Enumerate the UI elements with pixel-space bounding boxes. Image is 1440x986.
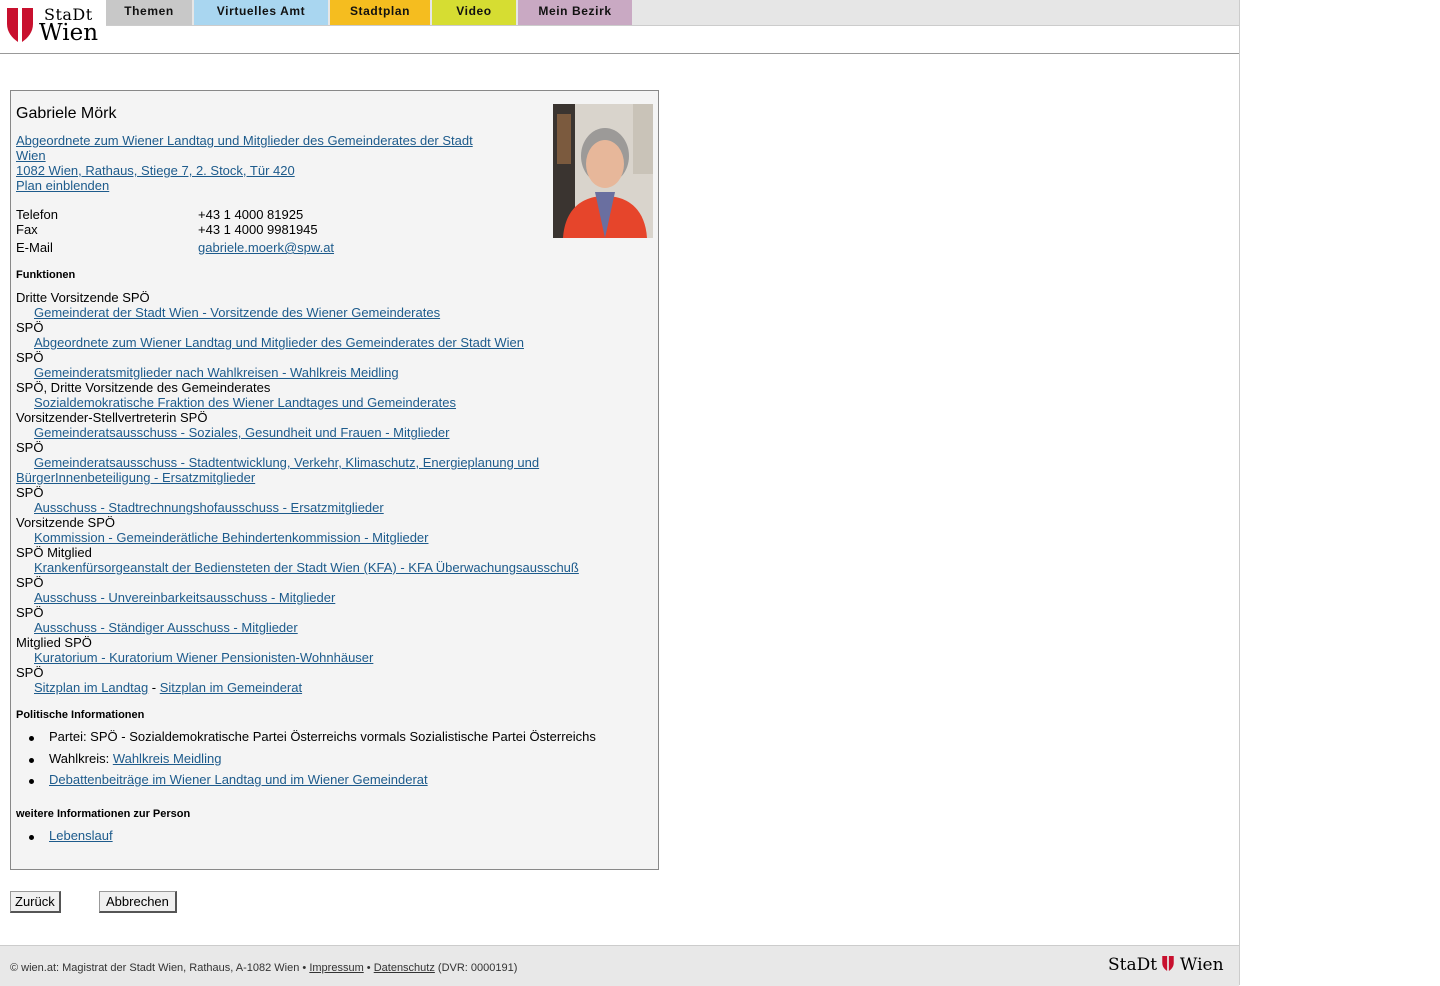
page: StaDt Wien Themen Virtuelles Amt Stadtpl… bbox=[0, 0, 1240, 986]
wahlkreis-info: Wahlkreis: Wahlkreis Meidling bbox=[49, 751, 221, 766]
footer-separator: • bbox=[363, 962, 374, 974]
sitzplan-links: Sitzplan im Landtag - Sitzplan im Gemein… bbox=[34, 680, 302, 695]
person-detail-box: Gabriele Mörk Abgeordnete zum Wiener Lan… bbox=[10, 90, 659, 870]
main-navigation: Themen Virtuelles Amt Stadtplan Video Me… bbox=[106, 0, 1239, 26]
tab-stadtplan[interactable]: Stadtplan bbox=[330, 0, 430, 25]
function-text: SPÖ bbox=[16, 320, 44, 335]
function-link[interactable]: Ausschuss - Stadtrechnungshofausschuss -… bbox=[34, 500, 384, 515]
function-text: Dritte Vorsitzende SPÖ bbox=[16, 290, 150, 305]
header: StaDt Wien Themen Virtuelles Amt Stadtpl… bbox=[0, 0, 1239, 54]
function-text: SPÖ, Dritte Vorsitzende des Gemeinderate… bbox=[16, 380, 271, 395]
sitzplan-separator: - bbox=[148, 680, 160, 695]
fax-label: Fax bbox=[16, 222, 38, 237]
function-text: SPÖ Mitglied bbox=[16, 545, 92, 560]
datenschutz-link[interactable]: Datenschutz bbox=[374, 962, 435, 974]
function-text: Vorsitzender-Stellvertreterin SPÖ bbox=[16, 410, 208, 425]
function-link[interactable]: Gemeinderatsausschuss - Soziales, Gesund… bbox=[34, 425, 450, 440]
address-link[interactable]: 1082 Wien, Rathaus, Stiege 7, 2. Stock, … bbox=[16, 163, 295, 178]
footer: © wien.at: Magistrat der Stadt Wien, Rat… bbox=[0, 945, 1239, 986]
person-photo bbox=[553, 104, 653, 238]
wahlkreis-link[interactable]: Wahlkreis Meidling bbox=[113, 751, 222, 766]
tab-video[interactable]: Video bbox=[432, 0, 516, 25]
debate-link[interactable]: Debattenbeiträge im Wiener Landtag und i… bbox=[49, 772, 428, 787]
function-text: SPÖ bbox=[16, 605, 44, 620]
function-link[interactable]: Ausschuss - Ständiger Ausschuss - Mitgli… bbox=[34, 620, 298, 635]
function-link-continued[interactable]: BürgerInnenbeteiligung - Ersatzmitgliede… bbox=[16, 470, 255, 485]
phone-label: Telefon bbox=[16, 207, 58, 222]
function-text: SPÖ bbox=[16, 440, 44, 455]
function-text: SPÖ bbox=[16, 485, 44, 500]
function-text: Vorsitzende SPÖ bbox=[16, 515, 115, 530]
tab-virtuelles-amt[interactable]: Virtuelles Amt bbox=[194, 0, 328, 25]
footer-stadt-wien-logo[interactable]: StaDt Wien bbox=[1108, 955, 1224, 975]
function-link[interactable]: Kuratorium - Kuratorium Wiener Pensionis… bbox=[34, 650, 373, 665]
political-heading: Politische Informationen bbox=[16, 709, 145, 721]
footer-logo-stadt: StaDt bbox=[1108, 955, 1158, 975]
role-link-continued[interactable]: Wien bbox=[16, 148, 46, 163]
function-link[interactable]: Sozialdemokratische Fraktion des Wiener … bbox=[34, 395, 456, 410]
bullet-icon bbox=[29, 779, 34, 784]
wahlkreis-label: Wahlkreis: bbox=[49, 751, 113, 766]
footer-text: © wien.at: Magistrat der Stadt Wien, Rat… bbox=[10, 962, 517, 974]
bullet-icon bbox=[29, 736, 34, 741]
sitzplan-landtag-link[interactable]: Sitzplan im Landtag bbox=[34, 680, 148, 695]
function-text: Mitglied SPÖ bbox=[16, 635, 92, 650]
stadt-wien-logo[interactable]: StaDt Wien bbox=[7, 5, 99, 46]
function-link[interactable]: Gemeinderatsausschuss - Stadtentwicklung… bbox=[34, 455, 539, 470]
bullet-icon bbox=[29, 758, 34, 763]
sitzplan-gemeinderat-link[interactable]: Sitzplan im Gemeinderat bbox=[160, 680, 302, 695]
logo-text-wien: Wien bbox=[39, 20, 99, 46]
function-link[interactable]: Abgeordnete zum Wiener Landtag und Mitgl… bbox=[34, 335, 524, 350]
footer-copyright: © wien.at: Magistrat der Stadt Wien, Rat… bbox=[10, 962, 310, 974]
plan-link[interactable]: Plan einblenden bbox=[16, 178, 109, 193]
impressum-link[interactable]: Impressum bbox=[309, 962, 363, 974]
tab-mein-bezirk[interactable]: Mein Bezirk bbox=[518, 0, 632, 25]
function-link[interactable]: Ausschuss - Unvereinbarkeitsausschuss - … bbox=[34, 590, 335, 605]
email-label: E-Mail bbox=[16, 240, 53, 255]
function-text: SPÖ bbox=[16, 350, 44, 365]
email-link[interactable]: gabriele.moerk@spw.at bbox=[198, 240, 334, 255]
wien-shield-icon bbox=[7, 8, 33, 42]
back-button[interactable]: Zurück bbox=[10, 891, 61, 913]
lebenslauf-link[interactable]: Lebenslauf bbox=[49, 828, 113, 843]
role-link[interactable]: Abgeordnete zum Wiener Landtag und Mitgl… bbox=[16, 133, 473, 148]
party-info: Partei: SPÖ - Sozialdemokratische Partei… bbox=[49, 729, 596, 744]
more-info-heading: weitere Informationen zur Person bbox=[16, 808, 191, 820]
wien-shield-icon bbox=[1162, 956, 1175, 971]
cancel-button[interactable]: Abbrechen bbox=[99, 891, 177, 913]
bullet-icon bbox=[29, 835, 34, 840]
function-link[interactable]: Gemeinderatsmitglieder nach Wahlkreisen … bbox=[34, 365, 399, 380]
footer-logo-wien: Wien bbox=[1179, 955, 1224, 975]
tab-themen[interactable]: Themen bbox=[106, 0, 192, 25]
function-link[interactable]: Kommission - Gemeinderätliche Behinderte… bbox=[34, 530, 429, 545]
function-link[interactable]: Gemeinderat der Stadt Wien - Vorsitzende… bbox=[34, 305, 440, 320]
person-name: Gabriele Mörk bbox=[16, 105, 117, 122]
function-text: SPÖ bbox=[16, 575, 44, 590]
functions-heading: Funktionen bbox=[16, 269, 76, 281]
function-link[interactable]: Krankenfürsorgeanstalt der Bediensteten … bbox=[34, 560, 579, 575]
phone-value: +43 1 4000 81925 bbox=[198, 207, 304, 222]
function-text: SPÖ bbox=[16, 665, 44, 680]
fax-value: +43 1 4000 9981945 bbox=[198, 222, 318, 237]
footer-dvr: (DVR: 0000191) bbox=[434, 962, 518, 974]
